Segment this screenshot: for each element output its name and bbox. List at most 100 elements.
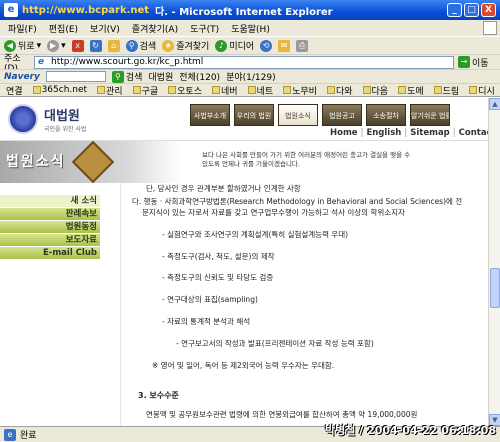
link-item[interactable]: 네트: [247, 84, 273, 97]
section-heading: 3. 보수수준: [138, 390, 179, 400]
side-item-news[interactable]: 새 소식: [0, 195, 100, 208]
side-item-precedents[interactable]: 판례속보: [0, 208, 100, 221]
go-button[interactable]: → 이동: [458, 56, 489, 69]
menu-tools[interactable]: 도구(T): [190, 22, 219, 35]
menu-edit[interactable]: 편집(E): [49, 22, 78, 35]
forward-arrow-icon: ▶: [47, 39, 60, 52]
forward-button[interactable]: ▶ ▾: [47, 39, 66, 52]
search-icon: ⚲: [125, 39, 138, 52]
side-item-email-club[interactable]: E-mail Club: [0, 247, 100, 260]
address-input[interactable]: http://www.scourt.go.kr/kc_p.html: [34, 55, 454, 69]
naver-search-button[interactable]: ⚲ 검색: [111, 70, 142, 83]
print-button[interactable]: ⎙: [296, 39, 309, 52]
minimize-button[interactable]: _: [447, 3, 462, 17]
link-item[interactable]: 도메: [398, 84, 424, 97]
nav-news[interactable]: 법원소식: [278, 104, 318, 126]
links-label: 연결: [6, 86, 23, 97]
naver-brand: Navery: [4, 71, 40, 82]
link-item[interactable]: 구글: [132, 84, 158, 97]
link-icon: [212, 86, 220, 94]
content-bullet: - 실험연구와 조사연구의 계획설계(특히 실험설계능력 우대): [162, 229, 349, 239]
stop-icon: x: [71, 39, 84, 52]
close-button[interactable]: X: [481, 3, 496, 17]
link-icon: [283, 86, 292, 94]
history-button[interactable]: ⟲: [260, 39, 273, 52]
side-menu: 새 소식 판례속보 법원동정 보도자료 E-mail Club: [0, 195, 100, 260]
content-paragraph: 다. 행동 · 사회과학연구방법론(Research Methodology i…: [132, 196, 463, 206]
link-icon: [168, 86, 177, 94]
go-arrow-icon: →: [458, 56, 470, 68]
maximize-button[interactable]: □: [464, 3, 479, 17]
links-bar: 연결 365ch.net 관리 구글 오토스 네버 네트 노무비 다와 다음 도…: [0, 83, 500, 97]
article-content: 단, 당사인 경우 관계부분 할하였거나 인계한 사항 다. 행동 · 사회과학…: [132, 184, 482, 421]
link-item[interactable]: 디시: [469, 84, 495, 97]
logo-title: 대법원: [44, 109, 80, 124]
content-note: ※ 영어 및 일어, 독어 등 제2외국어 능력 우수자는 우대함.: [152, 360, 335, 370]
link-item[interactable]: 다음: [362, 84, 388, 97]
site-logo[interactable]: 대법원 국민을 위한 사법: [8, 104, 86, 134]
naver-all[interactable]: 전체(120): [179, 70, 220, 83]
link-icon: [97, 86, 106, 94]
content-bullet: - 측정도구의 신뢰도 및 타당도 검증: [162, 273, 274, 283]
link-icon: [32, 86, 41, 94]
favorites-button[interactable]: ★ 즐겨찾기: [162, 39, 209, 52]
media-icon: ♪: [215, 39, 228, 52]
content-paragraph: 문지식이 있는 자로서 자료를 갖고 연구업무수행이 가능하고 석사 이상의 학…: [142, 207, 405, 217]
link-item[interactable]: 365ch.net: [32, 85, 87, 95]
page-viewport: 대법원 국민을 위한 사법 사법부소개 우리의 법원 법원소식 법원공고 소송절…: [0, 98, 488, 426]
content-bullet: - 자료의 통계적 분석과 해석: [162, 317, 251, 327]
nav-notices[interactable]: 법원공고: [322, 104, 362, 126]
side-item-court-events[interactable]: 법원동정: [0, 221, 100, 234]
link-icon: [398, 86, 407, 94]
nav-procedure[interactable]: 소송절차: [366, 104, 406, 126]
nav-about[interactable]: 사법부소개: [190, 104, 230, 126]
link-item[interactable]: 네버: [212, 84, 238, 97]
scroll-up-icon[interactable]: ▲: [489, 98, 500, 110]
banner-quote: 보다 나은 사회를 만들어 가기 위한 여러분의 애정어린 충고가 결실을 맺을…: [202, 151, 411, 169]
menu-file[interactable]: 파일(F): [8, 22, 37, 35]
title-watermark: http://www.bcpark.net: [22, 4, 150, 16]
mail-button[interactable]: ✉: [278, 39, 291, 52]
home-icon: ⌂: [107, 39, 120, 52]
menu-view[interactable]: 보기(V): [90, 22, 120, 35]
content-bullet: - 연구대상의 표집(sampling): [162, 295, 258, 305]
section-banner: 법원소식 보다 나은 사회를 만들어 가기 위한 여러분의 애정어린 충고가 결…: [0, 140, 488, 184]
court-emblem-icon: [8, 104, 38, 134]
stop-button[interactable]: x: [71, 39, 84, 52]
link-icon: [132, 86, 141, 94]
link-item[interactable]: 다와: [326, 84, 353, 97]
nav-our-court[interactable]: 우리의 법원: [234, 104, 274, 126]
content-line: 단, 당사인 경우 관계부분 할하였거나 인계한 사항: [146, 184, 301, 193]
link-item[interactable]: 관리: [97, 84, 123, 97]
home-button[interactable]: ⌂: [107, 39, 120, 52]
menu-favorites[interactable]: 즐겨찾기(A): [132, 22, 178, 35]
naver-toolbar: Navery ⚲ 검색 대법원 전체(120) 분야(1/129): [0, 69, 500, 83]
side-item-press[interactable]: 보도자료: [0, 234, 100, 247]
naver-category[interactable]: 분야(1/129): [226, 70, 276, 83]
link-icon: [247, 86, 256, 94]
media-button[interactable]: ♪ 미디어: [215, 39, 254, 52]
vertical-scrollbar[interactable]: ▲ ▼: [488, 98, 500, 426]
refresh-icon: ↻: [89, 39, 102, 52]
content-divider: [120, 182, 121, 426]
link-item[interactable]: 오토스: [168, 84, 202, 97]
naver-search-input[interactable]: [45, 71, 106, 82]
refresh-button[interactable]: ↻: [89, 39, 102, 52]
nav-glossary[interactable]: 알기쉬운 법률용어: [410, 104, 450, 126]
menu-bar: 파일(F) 편집(E) 보기(V) 즐겨찾기(A) 도구(T) 도움말(H): [0, 20, 500, 36]
link-item[interactable]: 드림: [433, 84, 459, 97]
window-title: 다. - Microsoft Internet Explorer: [155, 6, 333, 18]
link-icon: [326, 86, 335, 94]
scroll-thumb[interactable]: [490, 268, 500, 308]
menu-help[interactable]: 도움말(H): [231, 22, 270, 35]
mail-icon: ✉: [278, 39, 291, 52]
capture-stamp: 박병철 / 2004-04-22 06:18:08: [325, 424, 496, 437]
search-button[interactable]: ⚲ 검색: [125, 39, 156, 52]
link-item[interactable]: 노무비: [283, 84, 317, 97]
top-navigation: 사법부소개 우리의 법원 법원소식 법원공고 소송절차 알기쉬운 법률용어: [190, 104, 450, 126]
star-icon: ★: [162, 39, 175, 52]
status-text: 완료: [20, 431, 37, 441]
content-sub-bullet: - 연구보고서의 작성과 발표(프리젠테이션 자료 작성 능력 포함): [176, 339, 374, 348]
link-icon: [362, 86, 371, 94]
naver-dictionary[interactable]: 대법원: [148, 70, 173, 83]
